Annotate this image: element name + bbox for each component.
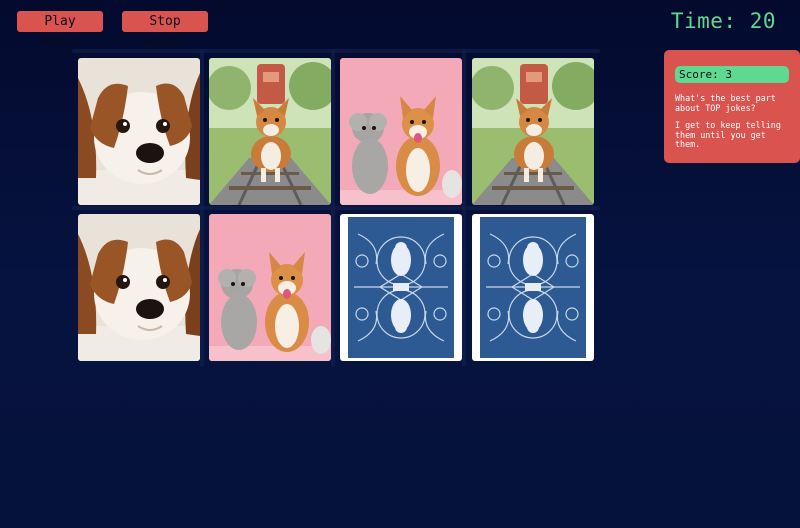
memory-card-r2c2[interactable] (209, 214, 331, 361)
memory-card-r1c1[interactable] (78, 58, 200, 205)
memory-game-screen: Play Music Stop Music Time: 20 Score: 3 … (0, 0, 800, 528)
memory-card-r1c3[interactable] (340, 58, 462, 205)
score-panel: Score: 3 What's the best part about TOP … (664, 50, 800, 163)
timer-display: Time: 20 (670, 9, 776, 33)
memory-card-r2c1[interactable] (78, 214, 200, 361)
corgi-railway-photo (472, 58, 594, 205)
memory-card-r2c4[interactable] (472, 214, 594, 361)
stop-music-button[interactable]: Stop Music (122, 11, 208, 50)
cavalier-spaniel-photo (78, 214, 200, 361)
memory-card-r2c3[interactable] (340, 214, 462, 361)
poodle-corgi-photo (209, 214, 331, 361)
joke-answer: I get to keep telling them until you get… (675, 120, 781, 149)
corgi-railway-photo (209, 58, 331, 205)
score-badge: Score: 3 (675, 66, 789, 83)
joke-question: What's the best part about TOP jokes? (675, 93, 776, 113)
play-music-button[interactable]: Play Music (17, 11, 103, 50)
card-back-pattern (340, 214, 462, 361)
card-grid (72, 49, 600, 367)
memory-card-r1c4[interactable] (472, 58, 594, 205)
cavalier-spaniel-photo (78, 58, 200, 205)
card-back-pattern (472, 214, 594, 361)
poodle-corgi-photo (340, 58, 462, 205)
memory-card-r1c2[interactable] (209, 58, 331, 205)
